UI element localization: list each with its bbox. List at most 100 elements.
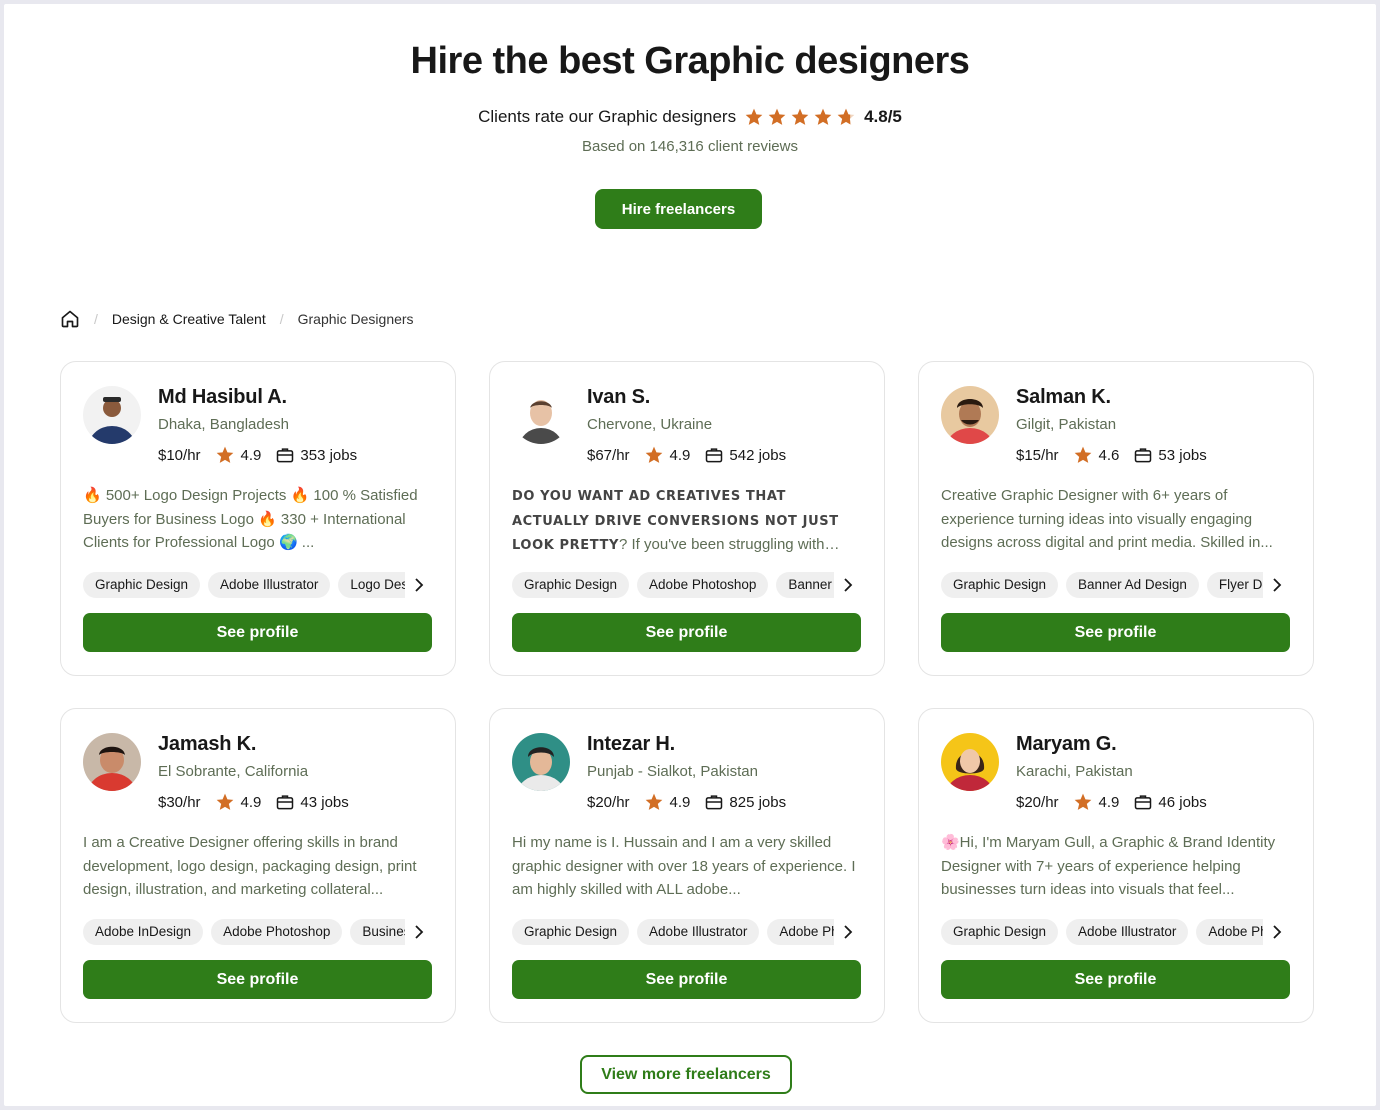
hire-freelancers-button[interactable]: Hire freelancers [595,189,762,229]
freelancer-name[interactable]: Intezar H. [587,733,675,756]
freelancer-name[interactable]: Maryam G. [1016,733,1117,756]
freelancer-name[interactable]: Salman K. [1016,386,1111,409]
briefcase-icon [704,445,729,465]
briefcase-icon [275,792,300,812]
breadcrumb-current: Graphic Designers [297,311,414,327]
freelancer-stats: $20/hr 4.9 825 jobs [587,792,786,812]
freelancer-description: Creative Graphic Designer with 6+ years … [941,487,1273,551]
rating-value: 4.6 [1098,446,1120,464]
skill-tag[interactable]: Adobe Photoshop [211,919,343,945]
skills-list: Graphic Design Adobe Illustrator Logo Desi… [83,572,405,598]
see-profile-button[interactable]: See profile [512,613,861,652]
freelancer-location: Chervone, Ukraine [587,416,713,433]
see-profile-button[interactable]: See profile [941,960,1290,999]
skill-tag[interactable]: Graphic Design [512,919,630,945]
skill-tag[interactable]: Banner Ad Design [776,572,834,598]
chevron-right-icon[interactable] [1267,921,1287,943]
chevron-right-icon[interactable] [838,574,858,596]
freelancer-grid: Md Hasibul A. Dhaka, Bangladesh $10/hr 4… [60,361,1314,1023]
freelancer-description: I am a Creative Designer offering skills… [83,834,417,898]
skill-tag[interactable]: Adobe Photoshop [1196,919,1263,945]
skill-tag[interactable]: Adobe Illustrator [637,919,760,945]
page-title: Hire the best Graphic designers [410,40,970,82]
freelancer-card: Ivan S. Chervone, Ukraine $67/hr 4.9 542… [489,361,885,676]
jobs-count: 46 jobs [1158,793,1207,811]
rating-value: 4.9 [669,446,691,464]
avatar[interactable] [941,386,999,444]
view-more-freelancers-button[interactable]: View more freelancers [580,1055,792,1094]
jobs-count: 825 jobs [729,793,787,811]
star-icon [791,108,809,125]
hourly-rate: $15/hr [1016,446,1059,464]
jobs-count: 353 jobs [300,446,358,464]
skills-list: Graphic Design Adobe Illustrator Adobe Pho… [941,919,1263,945]
freelancer-description: 🌸Hi, I'm Maryam Gull, a Graphic & Brand … [941,834,1276,898]
skill-tag[interactable]: Graphic Design [512,572,630,598]
freelancer-stats: $67/hr 4.9 542 jobs [587,445,786,465]
freelancer-location: Dhaka, Bangladesh [158,416,289,433]
see-profile-button[interactable]: See profile [512,960,861,999]
see-profile-button[interactable]: See profile [83,613,432,652]
breadcrumb: / Design & Creative Talent / Graphic Des… [60,309,414,329]
briefcase-icon [704,792,729,812]
skills-list: Graphic Design Banner Ad Design Flyer Desi… [941,572,1263,598]
reviews-count: Based on 146,316 client reviews [582,138,798,155]
freelancer-location: Karachi, Pakistan [1016,763,1133,780]
freelancer-card: Salman K. Gilgit, Pakistan $15/hr 4.6 53… [918,361,1314,676]
hourly-rate: $30/hr [158,793,201,811]
avatar[interactable] [83,733,141,791]
star-icon [216,446,233,463]
skill-tag[interactable]: Adobe Illustrator [208,572,331,598]
star-icon [745,108,763,125]
chevron-right-icon[interactable] [1267,574,1287,596]
freelancer-description: Hi my name is I. Hussain and I am a very… [512,834,856,898]
chevron-right-icon[interactable] [838,921,858,943]
skill-tag[interactable]: Adobe Photoshop [767,919,834,945]
breadcrumb-separator: / [94,311,98,327]
freelancer-card: Md Hasibul A. Dhaka, Bangladesh $10/hr 4… [60,361,456,676]
briefcase-icon [1133,445,1158,465]
freelancer-stats: $10/hr 4.9 353 jobs [158,445,357,465]
skill-tag[interactable]: Graphic Design [83,572,201,598]
freelancer-description: 🔥 500+ Logo Design Projects 🔥 100 % Sati… [83,487,418,551]
skill-tag[interactable]: Flyer Design [1206,572,1263,598]
freelancer-location: El Sobrante, California [158,763,309,780]
avatar[interactable] [941,733,999,791]
star-icon [1074,446,1091,463]
breadcrumb-design-creative[interactable]: Design & Creative Talent [112,311,266,327]
avatar[interactable] [83,386,141,444]
freelancer-name[interactable]: Ivan S. [587,386,650,409]
rating-value: 4.9 [240,446,262,464]
avatar[interactable] [512,733,570,791]
skills-list: Graphic Design Adobe Photoshop Banner Ad D… [512,572,834,598]
briefcase-icon [275,445,300,465]
chevron-right-icon[interactable] [409,574,429,596]
home-icon[interactable] [60,309,80,329]
skill-tag[interactable]: Adobe Illustrator [1066,919,1189,945]
skill-tag[interactable]: Logo Design [338,572,405,598]
freelancer-stats: $20/hr 4.9 46 jobs [1016,792,1207,812]
freelancer-stats: $15/hr 4.6 53 jobs [1016,445,1207,465]
skill-tag[interactable]: Adobe Photoshop [637,572,769,598]
skill-tag[interactable]: Graphic Design [941,919,1059,945]
star-icon [1074,793,1091,810]
freelancer-name[interactable]: Md Hasibul A. [158,386,287,409]
freelancer-name[interactable]: Jamash K. [158,733,256,756]
freelancer-card: Intezar H. Punjab - Sialkot, Pakistan $2… [489,708,885,1023]
freelancer-stats: $30/hr 4.9 43 jobs [158,792,349,812]
rating-value: 4.9 [1098,793,1120,811]
see-profile-button[interactable]: See profile [83,960,432,999]
jobs-count: 43 jobs [300,793,349,811]
see-profile-button[interactable]: See profile [941,613,1290,652]
skill-tag[interactable]: Business Card Design [350,919,405,945]
avatar[interactable] [512,386,570,444]
chevron-right-icon[interactable] [409,921,429,943]
star-icon [645,446,662,463]
star-icon [814,108,832,125]
skill-tag[interactable]: Graphic Design [941,572,1059,598]
skill-tag[interactable]: Banner Ad Design [1066,572,1199,598]
freelancer-location: Gilgit, Pakistan [1016,416,1117,433]
skills-list: Graphic Design Adobe Illustrator Adobe Pho… [512,919,834,945]
skill-tag[interactable]: Adobe InDesign [83,919,204,945]
freelancer-card: Maryam G. Karachi, Pakistan $20/hr 4.9 4… [918,708,1314,1023]
